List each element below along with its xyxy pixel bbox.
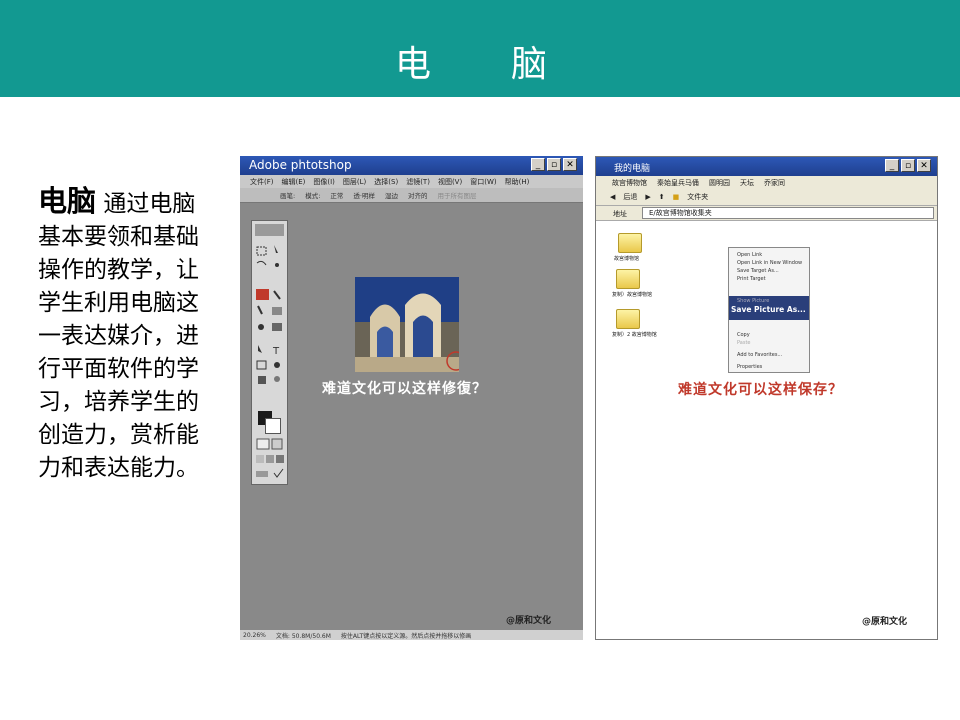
my-computer-toolbar: ◀ 后退 ▶ ⬆ ■ 文件夹 [596, 189, 937, 205]
context-menu-item[interactable]: Open Link in New Window [737, 260, 802, 266]
folders-button[interactable]: 文件夹 [687, 192, 708, 202]
context-menu: Open Link Open Link in New Window Save T… [728, 247, 810, 373]
folder-item[interactable]: 故宫博物馆 [614, 233, 694, 262]
option-all-layers[interactable]: 用于所有图层 [437, 190, 476, 200]
title-char-2: 脑 [511, 44, 550, 85]
context-menu-item[interactable]: Show Picture [737, 298, 769, 304]
title-char-1: 电 [395, 44, 434, 85]
address-bar: 地址 E/故宫博物馆收集夹 [596, 205, 937, 221]
menu-item[interactable]: 窗口(W) [470, 177, 496, 187]
photoshop-window: Adobe phtotshop _ ▫ ✕ 文件(F) 编辑(E) 图像(I) … [240, 156, 583, 640]
zoom-level[interactable]: 20.26% [243, 632, 266, 639]
menu-item[interactable]: 视图(V) [438, 177, 462, 187]
folder-item[interactable]: 复制）故宫博物馆 [612, 269, 692, 298]
folder-name: 复制）故宫博物馆 [612, 292, 653, 298]
menu-item[interactable]: 圆明园 [709, 178, 730, 188]
menu-item[interactable]: 编辑(E) [282, 177, 306, 187]
ruins-photo [355, 277, 459, 372]
option-wet-edges[interactable]: 湿边 [385, 190, 398, 200]
my-computer-caption: 难道文化可以这样保存？ [678, 382, 843, 398]
tool-icons[interactable]: T [252, 221, 287, 484]
status-bar: 20.26% 文档: 50.8M/50.6M 按住ALT键点按以定义源。然后点按… [240, 630, 583, 640]
context-menu-item[interactable]: Add to Favorites... [737, 352, 782, 358]
context-menu-item[interactable]: Open Link [737, 252, 762, 258]
page-title: 电脑 [395, 35, 549, 87]
header-banner: 电脑 [0, 0, 960, 97]
status-hint: 按住ALT键点按以定义源。然后点按并拖移以修画 [340, 632, 472, 640]
svg-text:T: T [272, 346, 280, 357]
menu-item[interactable]: 故宫博物馆 [612, 178, 647, 188]
folder-icon [616, 309, 640, 329]
document-size: 文档: 50.8M/50.6M [275, 632, 331, 640]
description-body: 通过电脑基本要领和基础操作的教学，让学生利用电脑这一表达媒介，进行平面软件的学习… [38, 191, 199, 481]
photoshop-title: Adobe phtotshop [249, 158, 352, 172]
folder-item[interactable]: 复制）2 故宫博物馆 [612, 309, 692, 338]
folder-icon [616, 269, 640, 289]
publisher-logo: @原和文化 [506, 616, 552, 626]
address-label: 地址 [613, 210, 627, 218]
back-arrow-icon[interactable]: ◀ [610, 193, 615, 201]
close-button[interactable]: ✕ [563, 158, 577, 171]
ruins-illustration [355, 277, 459, 372]
photoshop-caption: 难道文化可以这样修復？ [322, 381, 487, 397]
minimize-button[interactable]: _ [531, 158, 545, 171]
brush-label[interactable]: 画笔: [280, 190, 295, 200]
menu-item[interactable]: 乔家同 [764, 178, 785, 188]
address-input[interactable]: E/故宫博物馆收集夹 [642, 207, 934, 219]
folder-name: 故宫博物馆 [614, 256, 640, 262]
menu-item[interactable]: 选择(S) [374, 177, 398, 187]
menu-item[interactable]: 图层(L) [343, 177, 366, 187]
description-text: 电脑 通过电脑基本要领和基础操作的教学，让学生利用电脑这一表达媒介，进行平面软件… [38, 185, 203, 485]
save-picture-as-item[interactable]: Save Picture As... [731, 305, 806, 314]
forward-arrow-icon[interactable]: ▶ [645, 193, 650, 201]
photoshop-menubar: 文件(F) 编辑(E) 图像(I) 图层(L) 选择(S) 滤镜(T) 视图(V… [240, 175, 583, 188]
folder-icon [618, 233, 642, 253]
minimize-button[interactable]: _ [885, 159, 899, 172]
option-aligned[interactable]: 对齐的 [408, 190, 428, 200]
context-menu-item[interactable]: Paste [737, 340, 751, 346]
close-button[interactable]: ✕ [917, 159, 931, 172]
my-computer-menubar: 故宫博物馆 秦始皇兵马俑 圆明园 天坛 乔家同 [596, 176, 937, 189]
option-sampled[interactable]: 透·明样 [353, 190, 375, 200]
context-menu-item[interactable]: Print Target [737, 276, 766, 282]
my-computer-titlebar[interactable]: 我的电脑 _ ▫ ✕ [596, 157, 937, 176]
menu-item[interactable]: 图像(I) [313, 177, 335, 187]
back-button[interactable]: 后退 [623, 192, 637, 202]
photoshop-titlebar[interactable]: Adobe phtotshop _ ▫ ✕ [240, 156, 583, 175]
menu-item[interactable]: 秦始皇兵马俑 [657, 178, 699, 188]
my-computer-title: 我的电脑 [614, 164, 651, 174]
context-menu-item[interactable]: Properties [737, 364, 762, 370]
folder-icon: ■ [672, 193, 680, 201]
mode-label[interactable]: 模式: [305, 190, 320, 200]
maximize-button[interactable]: ▫ [547, 158, 561, 171]
menu-item[interactable]: 天坛 [740, 178, 754, 188]
mode-value[interactable]: 正常 [330, 190, 343, 200]
publisher-logo: @原和文化 [862, 617, 908, 627]
menu-item[interactable]: 帮助(H) [505, 177, 530, 187]
background-color[interactable] [265, 418, 281, 434]
menu-item[interactable]: 文件(F) [250, 177, 274, 187]
up-folder-icon[interactable]: ⬆ [659, 193, 665, 201]
options-bar: 画笔: 模式: 正常 透·明样 湿边 对齐的 用于所有图层 [240, 188, 583, 203]
tools-palette: T [251, 220, 288, 485]
maximize-button[interactable]: ▫ [901, 159, 915, 172]
my-computer-window: 我的电脑 _ ▫ ✕ 故宫博物馆 秦始皇兵马俑 圆明园 天坛 乔家同 ◀ 后退 … [595, 156, 938, 640]
context-menu-item[interactable]: Save Target As... [737, 268, 779, 274]
folder-name: 复制）2 故宫博物馆 [612, 332, 657, 338]
description-highlight: 电脑 [38, 184, 97, 218]
menu-item[interactable]: 滤镜(T) [406, 177, 430, 187]
context-menu-item[interactable]: Copy [737, 332, 750, 338]
